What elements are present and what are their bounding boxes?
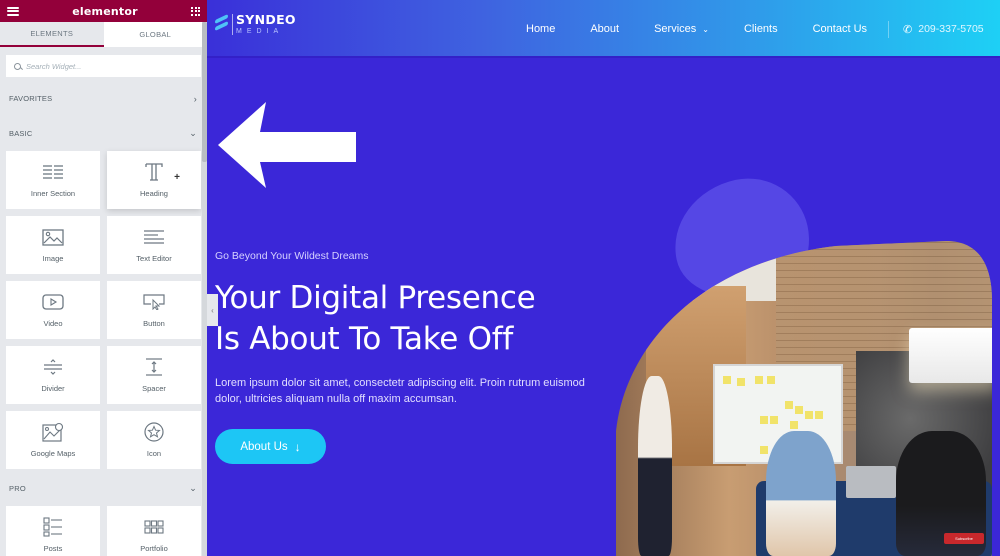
left-arrow-annotation-icon [218,102,356,188]
widget-label: Icon [146,449,162,458]
widget-search [6,55,201,77]
tab-global[interactable]: GLOBAL [103,22,207,47]
search-icon [14,62,21,70]
site-header: SYNDEO MEDIA Home About Services ⌄ Client… [207,0,1000,58]
main-nav: Home About Services ⌄ Clients Contact Us … [526,0,984,58]
chevron-down-icon: ⌄ [189,483,197,493]
brand-sub: MEDIA [236,27,284,35]
hero-pretitle: Go Beyond Your Wildest Dreams [215,250,369,262]
google-maps-icon [41,422,65,442]
widget-inner-section[interactable]: Inner Section [6,151,100,209]
widget-video[interactable]: Video [6,281,100,339]
widget-text-editor[interactable]: Text Editor [107,216,201,274]
category-label: FAVORITES [9,94,53,103]
widget-label: Text Editor [136,254,172,263]
menu-icon[interactable] [7,6,19,16]
nav-home[interactable]: Home [526,0,556,58]
widget-label: Divider [41,384,65,393]
phone-icon: ✆ [903,23,913,36]
elementor-panel: elementor ELEMENTS GLOBAL FAVORITES › BA… [0,0,207,556]
hero-title-line1: Your Digital Presence [215,280,536,316]
widget-label: Posts [43,544,63,553]
posts-icon [41,517,65,537]
move-cursor-icon: + [174,172,180,183]
widget-label: Video [43,319,63,328]
nav-label: Clients [743,23,778,35]
logo-mark-icon [215,14,228,33]
widget-icon[interactable]: Icon [107,411,201,469]
widgets-grid-icon[interactable] [191,6,200,16]
widget-label: Heading [140,189,168,198]
pro-widgets-grid: Posts Portfolio [0,506,207,556]
nav-label: Contact Us [812,23,868,35]
button-icon [142,292,166,312]
widget-label: Button [143,319,165,328]
category-label: PRO [9,484,26,493]
widget-spacer[interactable]: Spacer [107,346,201,404]
about-us-button[interactable]: About Us ↓ [215,429,326,464]
nav-about[interactable]: About [590,0,619,58]
category-basic[interactable]: BASIC ⌄ [0,116,207,151]
panel-header: elementor [0,0,207,22]
nav-contact-us[interactable]: Contact Us [813,0,867,58]
hero-title: Your Digital Presence Is About To Take O… [215,278,536,360]
page-preview: SYNDEO MEDIA Home About Services ⌄ Client… [207,0,1000,556]
hero-body: Lorem ipsum dolor sit amet, consectetr a… [215,377,585,405]
widget-google-maps[interactable]: Google Maps [6,411,100,469]
nav-label: About [590,23,620,35]
button-label: About Us [240,440,288,453]
text-editor-icon [142,227,166,247]
phone-number: 209-337-5705 [918,23,984,35]
lamp-shape [909,328,992,383]
tab-elements[interactable]: ELEMENTS [0,22,104,47]
widget-portfolio[interactable]: Portfolio [107,506,201,556]
widget-posts[interactable]: Posts [6,506,100,556]
heading-icon [142,162,166,182]
category-favorites[interactable]: FAVORITES › [0,81,207,116]
nav-services[interactable]: Services ⌄ [654,0,709,58]
nav-label: Home [526,23,556,35]
nav-label: Services [654,23,697,35]
nav-clients[interactable]: Clients [744,0,778,58]
hero-image [616,241,992,556]
phone-link[interactable]: ✆ 209-337-5705 [903,23,984,36]
subscribe-badge[interactable]: Subscribe [944,533,984,544]
widget-button[interactable]: Button [107,281,201,339]
widget-label: Spacer [142,384,166,393]
chevron-left-icon: ‹ [211,305,214,315]
divider-icon [41,357,65,377]
arrow-down-icon: ↓ [294,439,301,454]
basic-widgets-grid: Inner Section Heading + Image Text Edito… [0,151,207,469]
widget-label: Inner Section [30,189,76,198]
badge-label: Subscribe [955,536,973,541]
elementor-logo: elementor [72,4,138,18]
category-pro[interactable]: PRO ⌄ [0,471,207,506]
spacer-icon [142,357,166,377]
widget-image[interactable]: Image [6,216,100,274]
brand-name: SYNDEO [236,12,296,27]
widget-label: Google Maps [30,449,76,458]
chevron-down-icon: ⌄ [702,24,709,34]
widget-divider[interactable]: Divider [6,346,100,404]
search-widget-input[interactable] [26,61,176,71]
star-icon [142,422,166,442]
category-label: BASIC [9,129,33,138]
widget-label: Image [42,254,64,263]
video-icon [41,292,65,312]
widget-heading[interactable]: Heading + [107,151,201,209]
hero-title-line2: Is About To Take Off [215,321,513,357]
chevron-down-icon: ⌄ [189,128,197,138]
widget-label: Portfolio [140,544,168,553]
chevron-right-icon: › [193,93,197,104]
site-logo[interactable]: SYNDEO MEDIA [215,12,296,35]
panel-tabs: ELEMENTS GLOBAL [0,22,207,47]
inner-section-icon [41,162,65,182]
collapse-panel-toggle[interactable]: ‹ [207,294,218,326]
image-icon [41,227,65,247]
nav-divider [888,20,890,38]
portfolio-icon [142,517,166,537]
